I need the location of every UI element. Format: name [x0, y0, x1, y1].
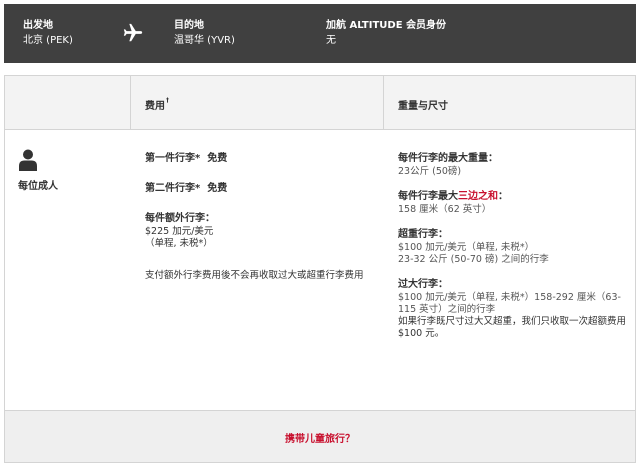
max-weight-label: 每件行李的最大重量：: [398, 153, 498, 164]
extra-bag-detail: （单程, 未税*）: [145, 238, 213, 249]
fees-header-text: 费用: [145, 101, 165, 112]
overweight-range: 23-32 公斤 (50-70 磅) 之间的行李: [398, 254, 549, 265]
extra-bag-fee: 每件额外行李： $225 加元/美元 （单程, 未税*）: [145, 212, 375, 250]
first-bag-value: 免费: [207, 153, 228, 164]
oversize-label: 过大行李：: [398, 279, 448, 290]
extra-bag-price: $225 加元/美元: [145, 226, 214, 237]
table-header: 费用† 重量与尺寸: [5, 76, 635, 130]
origin-value: 北京 (PEK): [23, 35, 73, 46]
member-status-section: 加航 ALTITUDE 会员身份 无: [326, 19, 446, 48]
traveling-with-children-link[interactable]: 携带儿童旅行？: [5, 430, 635, 445]
max-dimension-suffix: ：: [498, 191, 508, 202]
weight-column-header: 重量与尺寸: [398, 101, 448, 112]
overweight-price: $100 加元/美元（单程, 未税*）: [398, 242, 535, 253]
first-bag-label: 第一件行李: [145, 153, 195, 164]
fees-dagger-marker: †: [166, 96, 169, 104]
weight-dimensions-cell: 每件行李的最大重量： 23公斤 (50磅) 每件行李最大三边之和： 158 厘米…: [398, 152, 630, 352]
second-bag-marker: *: [195, 183, 201, 194]
extra-bag-label: 每件额外行李：: [145, 213, 215, 224]
first-bag-marker: *: [195, 153, 201, 164]
destination-value: 温哥华 (YVR): [174, 35, 235, 46]
person-icon: [18, 149, 38, 171]
second-bag-label: 第二件行李: [145, 183, 195, 194]
fees-cell: 第一件行李* 免费 第二件行李* 免费 每件额外行李： $225 加元/美元 （单程…: [145, 152, 375, 282]
max-dimension-block: 每件行李最大三边之和： 158 厘米（62 英寸）: [398, 190, 630, 216]
member-status-value: 无: [326, 35, 336, 46]
second-bag-value: 免费: [207, 183, 228, 194]
max-weight-block: 每件行李的最大重量： 23公斤 (50磅): [398, 152, 630, 178]
first-bag-fee: 第一件行李* 免费: [145, 152, 375, 166]
max-dimension-value: 158 厘米（62 英寸）: [398, 204, 492, 215]
origin-label: 出发地: [23, 20, 53, 31]
table-footer: 携带儿童旅行？: [5, 410, 635, 462]
max-weight-value: 23公斤 (50磅): [398, 166, 462, 177]
extra-bag-note: 支付额外行李费用後不会再收取过大或超重行李费用: [145, 270, 364, 281]
member-status-label: 加航 ALTITUDE 会员身份: [326, 20, 447, 31]
baggage-info-page: 出发地 北京 (PEK) 目的地 温哥华 (YVR) 加航 ALTITUDE 会…: [0, 0, 640, 466]
destination-section: 目的地 温哥华 (YVR): [174, 19, 235, 48]
airplane-icon: [122, 22, 144, 44]
passenger-type-label: 每位成人: [18, 181, 58, 192]
overweight-block: 超重行李： $100 加元/美元（单程, 未税*） 23-32 公斤 (50-7…: [398, 228, 630, 266]
overweight-label: 超重行李：: [398, 229, 448, 240]
oversize-block: 过大行李： $100 加元/美元（单程, 未税*）158-292 厘米（63-1…: [398, 278, 630, 340]
trip-summary-bar: 出发地 北京 (PEK) 目的地 温哥华 (YVR) 加航 ALTITUDE 会…: [4, 4, 636, 63]
max-dimension-label: 每件行李最大三边之和：: [398, 190, 630, 204]
destination-label: 目的地: [174, 20, 204, 31]
oversize-note: 如果行李既尺寸过大又超重，我们只收取一次超额费用 $100 元。: [398, 316, 627, 339]
origin-section: 出发地 北京 (PEK): [23, 19, 73, 48]
oversize-text: $100 加元/美元（单程, 未税*）158-292 厘米（63-115 英寸）…: [398, 292, 621, 315]
fees-column-header: 费用†: [145, 97, 169, 112]
table-row: 每位成人 第一件行李* 免费 第二件行李* 免费 每件额外行李： $225 加元/美…: [5, 130, 635, 410]
baggage-table: 费用† 重量与尺寸 每位成人 第一件行李* 免费 第二件行李* 免费 每件额外行…: [4, 75, 636, 463]
max-dimension-highlight: 三边之和: [458, 191, 498, 202]
max-dimension-prefix: 每件行李最大: [398, 191, 458, 202]
second-bag-fee: 第二件行李* 免费: [145, 182, 375, 196]
